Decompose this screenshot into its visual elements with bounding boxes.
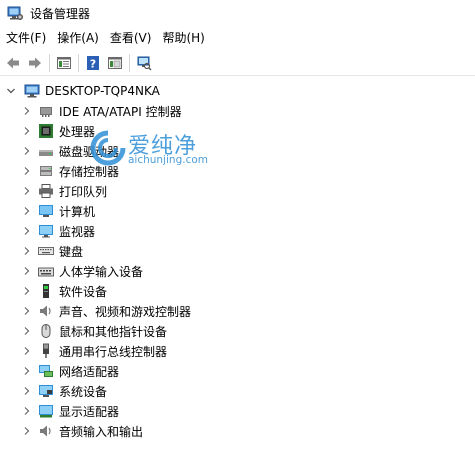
chevron-right-icon[interactable] [22, 266, 32, 276]
chevron-right-icon[interactable] [22, 346, 32, 356]
window-title: 设备管理器 [30, 6, 91, 21]
chevron-right-icon[interactable] [22, 166, 32, 176]
disk-drive-icon [38, 143, 54, 159]
help-icon: ? [87, 55, 99, 70]
menu-file[interactable]: 文件(F) [0, 27, 51, 49]
device-manager-icon [7, 5, 23, 21]
computer-root-icon [24, 83, 40, 99]
network-adapter-icon [38, 363, 54, 379]
tree-item-label: 显示适配器 [59, 404, 120, 419]
properties-icon [57, 56, 71, 69]
tree-item-software-device[interactable]: 软件设备 [0, 281, 475, 301]
processor-icon [38, 123, 54, 139]
keyboard-icon [38, 243, 54, 259]
system-device-icon [38, 383, 54, 399]
tree-item-label: 打印队列 [59, 184, 108, 199]
chevron-right-icon[interactable] [22, 406, 32, 416]
title-bar: 设备管理器 [0, 0, 475, 26]
chevron-right-icon[interactable] [22, 186, 32, 196]
tree-item-label: 网络适配器 [59, 364, 120, 379]
update-driver-icon [108, 56, 122, 69]
storage-controller-icon [38, 163, 54, 179]
back-arrow-icon [7, 57, 19, 68]
tree-item-system-device[interactable]: 系统设备 [0, 381, 475, 401]
tree-item-label: 鼠标和其他指针设备 [59, 324, 168, 339]
chevron-right-icon[interactable] [22, 246, 32, 256]
tree-item-display-adapter[interactable]: 显示适配器 [0, 401, 475, 421]
tree-item-monitor[interactable]: 监视器 [0, 221, 475, 241]
tree-item-network-adapter[interactable]: 网络适配器 [0, 361, 475, 381]
tree-item-label: 监视器 [59, 224, 96, 239]
chevron-right-icon[interactable] [22, 286, 32, 296]
toolbar: ? [0, 50, 475, 76]
monitor-icon [38, 223, 54, 239]
tree-item-label: 人体学输入设备 [59, 264, 144, 279]
watermark-logo-icon [90, 130, 126, 166]
tree-item-sound[interactable]: 声音、视频和游戏控制器 [0, 301, 475, 321]
audio-io-icon [38, 423, 54, 439]
tree-item-hid[interactable]: 人体学输入设备 [0, 261, 475, 281]
tree-item-print-queue[interactable]: 打印队列 [0, 181, 475, 201]
display-adapter-icon [38, 403, 54, 419]
menu-bar: 文件(F) 操作(A) 查看(V) 帮助(H) [0, 27, 475, 49]
tree-item-label: 系统设备 [59, 384, 108, 399]
update-driver-button[interactable] [104, 52, 126, 74]
mouse-icon [38, 323, 54, 339]
tree-item-label: 音频输入和输出 [59, 424, 144, 439]
computer-icon [38, 203, 54, 219]
tree-item-label: IDE ATA/ATAPI 控制器 [59, 104, 182, 119]
chevron-right-icon[interactable] [22, 226, 32, 236]
chevron-right-icon[interactable] [22, 326, 32, 336]
watermark: 爱纯净 aichunjing.com [58, 128, 218, 174]
usb-icon [38, 343, 54, 359]
toolbar-separator [78, 53, 79, 72]
properties-button[interactable] [53, 52, 75, 74]
tree-item-label: 声音、视频和游戏控制器 [59, 304, 192, 319]
tree-item-label: 键盘 [59, 244, 84, 259]
chevron-right-icon[interactable] [22, 206, 32, 216]
chevron-right-icon[interactable] [22, 386, 32, 396]
forward-button[interactable] [24, 52, 46, 74]
toolbar-separator [129, 53, 130, 72]
tree-item-ide-ata[interactable]: IDE ATA/ATAPI 控制器 [0, 101, 475, 121]
help-button[interactable]: ? [82, 52, 104, 74]
svg-text:?: ? [90, 57, 96, 70]
tree-item-mouse[interactable]: 鼠标和其他指针设备 [0, 321, 475, 341]
menu-help[interactable]: 帮助(H) [156, 27, 209, 49]
tree-item-label: 软件设备 [59, 284, 108, 299]
forward-arrow-icon [29, 57, 41, 68]
tree-item-usb[interactable]: 通用串行总线控制器 [0, 341, 475, 361]
sound-icon [38, 303, 54, 319]
ide-controller-icon [38, 103, 54, 119]
tree-item-label: 通用串行总线控制器 [59, 344, 168, 359]
software-device-icon [38, 283, 54, 299]
tree-root-label: DESKTOP-TQP4NKA [45, 84, 160, 98]
tree-item-keyboard[interactable]: 键盘 [0, 241, 475, 261]
chevron-right-icon[interactable] [22, 366, 32, 376]
tree-item-computer[interactable]: 计算机 [0, 201, 475, 221]
chevron-right-icon[interactable] [22, 146, 32, 156]
printer-icon [38, 183, 54, 199]
chevron-right-icon[interactable] [22, 306, 32, 316]
back-button[interactable] [2, 52, 24, 74]
chevron-down-icon[interactable] [6, 86, 16, 96]
chevron-right-icon[interactable] [22, 426, 32, 436]
scan-hardware-icon [137, 56, 152, 70]
chevron-right-icon[interactable] [22, 106, 32, 116]
menu-view[interactable]: 查看(V) [104, 27, 157, 49]
scan-hardware-button[interactable] [133, 52, 155, 74]
toolbar-separator [49, 53, 50, 72]
chevron-right-icon[interactable] [22, 126, 32, 136]
tree-root[interactable]: DESKTOP-TQP4NKA [0, 81, 475, 101]
hid-icon [38, 263, 54, 279]
tree-item-audio-io[interactable]: 音频输入和输出 [0, 421, 475, 441]
watermark-url: aichunjing.com [128, 154, 209, 166]
tree-item-label: 计算机 [59, 204, 96, 219]
menu-action[interactable]: 操作(A) [51, 27, 104, 49]
